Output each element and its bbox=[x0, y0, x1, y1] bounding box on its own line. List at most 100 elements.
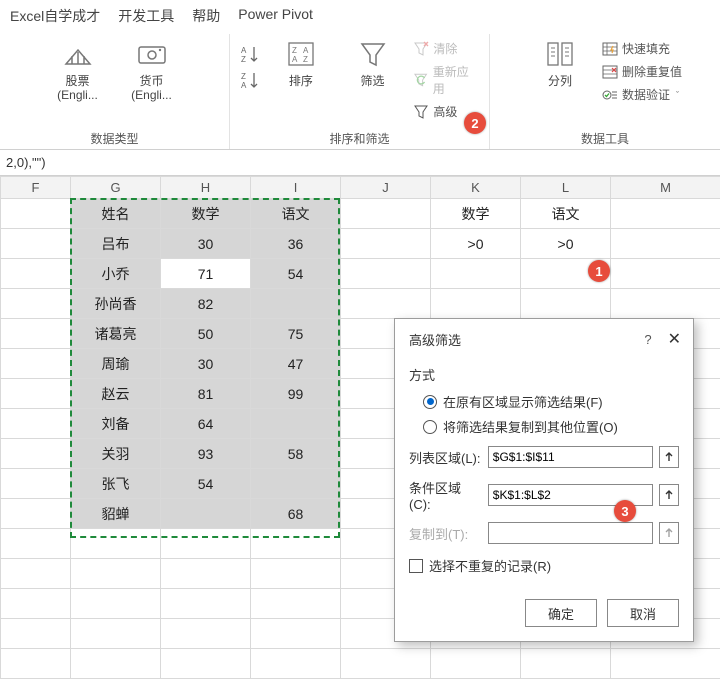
cell[interactable]: 54 bbox=[251, 259, 341, 289]
cell[interactable]: 吕布 bbox=[71, 229, 161, 259]
svg-text:A: A bbox=[303, 46, 309, 55]
col-header[interactable]: M bbox=[611, 177, 720, 199]
cell[interactable]: 81 bbox=[161, 379, 251, 409]
sort-desc-icon[interactable]: ZA bbox=[240, 70, 260, 90]
svg-text:Z: Z bbox=[292, 46, 297, 55]
cell[interactable]: 语文 bbox=[521, 199, 611, 229]
range-picker-icon bbox=[663, 451, 675, 463]
close-icon[interactable]: ✕ bbox=[668, 329, 681, 349]
cell[interactable]: 58 bbox=[251, 439, 341, 469]
cell[interactable]: 周瑜 bbox=[71, 349, 161, 379]
col-header[interactable]: L bbox=[521, 177, 611, 199]
list-range-input[interactable] bbox=[488, 446, 653, 468]
currency-button[interactable]: 货币 (Engli... bbox=[120, 38, 184, 103]
data-validation-icon bbox=[602, 87, 618, 103]
cell[interactable]: 姓名 bbox=[71, 199, 161, 229]
cell-active[interactable]: 71 bbox=[161, 259, 251, 289]
table-row: 吕布 30 36 >0 >0 bbox=[1, 229, 720, 259]
cell[interactable]: 30 bbox=[161, 229, 251, 259]
range-picker-button[interactable] bbox=[659, 446, 679, 468]
cell[interactable]: 孙尚香 bbox=[71, 289, 161, 319]
group-sort-filter-label: 排序和筛选 bbox=[329, 128, 389, 147]
unique-records-checkbox[interactable]: 选择不重复的记录(R) bbox=[409, 556, 679, 575]
sort-button[interactable]: ZAAZ 排序 bbox=[270, 38, 332, 88]
cell[interactable]: 50 bbox=[161, 319, 251, 349]
cell[interactable]: 数学 bbox=[161, 199, 251, 229]
ribbon: 股票 (Engli... 货币 (Engli... 数据类型 AZ ZA ZAA… bbox=[0, 30, 720, 150]
list-range-row: 列表区域(L): bbox=[409, 446, 679, 468]
cell[interactable]: 小乔 bbox=[71, 259, 161, 289]
cell[interactable]: >0 bbox=[521, 229, 611, 259]
filter-button[interactable]: 筛选 bbox=[342, 38, 404, 88]
text-to-columns-label: 分列 bbox=[548, 74, 572, 88]
col-header[interactable]: I bbox=[251, 177, 341, 199]
cell[interactable]: 36 bbox=[251, 229, 341, 259]
dialog-title: 高级筛选 bbox=[409, 330, 461, 349]
remove-duplicates-label: 删除重复值 bbox=[622, 63, 682, 80]
tab-powerpivot[interactable]: Power Pivot bbox=[238, 6, 313, 26]
ok-button[interactable]: 确定 bbox=[525, 599, 597, 627]
cancel-button[interactable]: 取消 bbox=[607, 599, 679, 627]
text-to-columns-button[interactable]: 分列 bbox=[528, 38, 592, 88]
cell[interactable]: 诸葛亮 bbox=[71, 319, 161, 349]
currency-icon bbox=[136, 38, 168, 70]
cell[interactable]: 64 bbox=[161, 409, 251, 439]
col-header[interactable]: K bbox=[431, 177, 521, 199]
svg-text:Z: Z bbox=[303, 55, 308, 64]
cell[interactable]: 刘备 bbox=[71, 409, 161, 439]
cell[interactable]: 30 bbox=[161, 349, 251, 379]
cell[interactable]: 75 bbox=[251, 319, 341, 349]
table-row: 孙尚香 82 bbox=[1, 289, 720, 319]
checkbox-icon bbox=[409, 559, 423, 573]
cell[interactable]: 语文 bbox=[251, 199, 341, 229]
cell[interactable]: >0 bbox=[431, 229, 521, 259]
sort-asc-icon[interactable]: AZ bbox=[240, 44, 260, 64]
col-header[interactable]: G bbox=[71, 177, 161, 199]
group-data-type: 股票 (Engli... 货币 (Engli... 数据类型 bbox=[0, 34, 230, 149]
svg-text:A: A bbox=[241, 46, 247, 55]
reapply-icon bbox=[413, 72, 428, 88]
ribbon-tabs: Excel自学成才 开发工具 帮助 Power Pivot bbox=[0, 0, 720, 30]
flash-fill-button[interactable]: 快速填充 bbox=[602, 40, 682, 57]
criteria-range-row: 条件区域(C): bbox=[409, 478, 679, 512]
data-validation-button[interactable]: 数据验证 ˇ bbox=[602, 86, 682, 103]
clear-filter-button[interactable]: 清除 bbox=[413, 40, 479, 57]
help-icon[interactable]: ? bbox=[644, 332, 651, 347]
tab-addin[interactable]: Excel自学成才 bbox=[10, 6, 100, 26]
cell[interactable]: 93 bbox=[161, 439, 251, 469]
reapply-button[interactable]: 重新应用 bbox=[413, 63, 479, 97]
cell[interactable] bbox=[251, 469, 341, 499]
cell[interactable] bbox=[251, 289, 341, 319]
table-row: 小乔 71 54 bbox=[1, 259, 720, 289]
cell[interactable]: 68 bbox=[251, 499, 341, 529]
cell[interactable]: 47 bbox=[251, 349, 341, 379]
col-header[interactable]: F bbox=[1, 177, 71, 199]
stocks-button[interactable]: 股票 (Engli... bbox=[46, 38, 110, 103]
cell[interactable]: 张飞 bbox=[71, 469, 161, 499]
dialog-titlebar[interactable]: 高级筛选 ? ✕ bbox=[395, 319, 693, 357]
remove-duplicates-button[interactable]: 删除重复值 bbox=[602, 63, 682, 80]
unique-records-label: 选择不重复的记录(R) bbox=[429, 556, 551, 575]
cell[interactable]: 99 bbox=[251, 379, 341, 409]
radio-filter-inplace[interactable]: 在原有区域显示筛选结果(F) bbox=[423, 392, 679, 411]
cell[interactable] bbox=[251, 409, 341, 439]
col-header[interactable]: H bbox=[161, 177, 251, 199]
cell[interactable]: 54 bbox=[161, 469, 251, 499]
cell[interactable]: 貂蝉 bbox=[71, 499, 161, 529]
svg-text:A: A bbox=[292, 55, 298, 64]
tab-developer[interactable]: 开发工具 bbox=[118, 6, 174, 26]
cell[interactable]: 数学 bbox=[431, 199, 521, 229]
radio-copy-to[interactable]: 将筛选结果复制到其他位置(O) bbox=[423, 417, 679, 436]
cell[interactable]: 82 bbox=[161, 289, 251, 319]
svg-text:Z: Z bbox=[241, 72, 246, 81]
cell[interactable]: 关羽 bbox=[71, 439, 161, 469]
formula-bar[interactable]: 2,0),"") bbox=[0, 150, 720, 176]
tab-help[interactable]: 帮助 bbox=[192, 6, 220, 26]
cell[interactable] bbox=[161, 499, 251, 529]
currency-label: 货币 (Engli... bbox=[120, 74, 184, 103]
range-picker-button[interactable] bbox=[659, 522, 679, 544]
col-header[interactable]: J bbox=[341, 177, 431, 199]
flash-fill-icon bbox=[602, 41, 618, 57]
cell[interactable]: 赵云 bbox=[71, 379, 161, 409]
range-picker-button[interactable] bbox=[659, 484, 679, 506]
